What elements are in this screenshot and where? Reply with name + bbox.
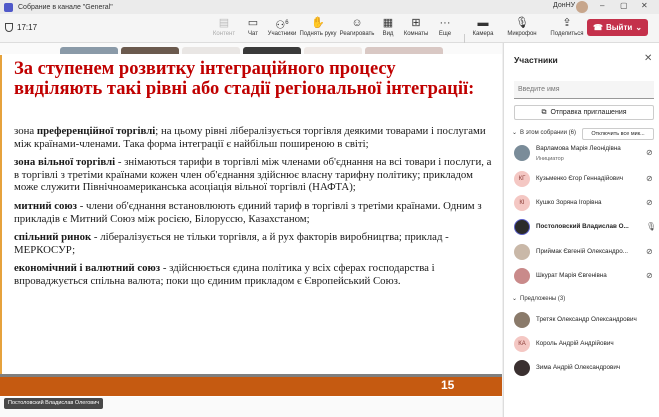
microphone-icon: 🎙 bbox=[515, 17, 529, 29]
avatar bbox=[514, 244, 530, 260]
avatar: КІ bbox=[514, 195, 530, 211]
share-link-icon: ⧉ bbox=[541, 108, 547, 116]
slide-item: спільний ринок - лібералізується не тіль… bbox=[14, 231, 449, 256]
share-screen-icon: ⇪ bbox=[562, 17, 572, 29]
raise-hand-icon: ✋ bbox=[311, 17, 325, 29]
window-title: Собрание в канале "General" bbox=[18, 3, 113, 11]
close-window-icon[interactable]: ✕ bbox=[641, 1, 648, 10]
slide-item: економічний і валютний союз - здійснюєть… bbox=[14, 262, 435, 287]
send-invite-button[interactable]: ⧉ Отправка приглашения bbox=[514, 105, 654, 120]
participant-row[interactable]: КІ Кушко Зоряна Ігорівна ⊘ bbox=[514, 194, 654, 214]
slide-page-number: 15 bbox=[441, 378, 455, 392]
meeting-timer: 17:17 bbox=[5, 23, 37, 32]
in-call-section-header[interactable]: ⌄ В этом собрании (6) bbox=[512, 129, 576, 137]
slide-body: зона преференційної торгівлі; на цьому р… bbox=[14, 125, 498, 294]
participant-search-input[interactable]: Введите имя bbox=[514, 81, 654, 99]
window-titlebar: Собрание в канале "General" ДонНУ – ▢ ✕ bbox=[0, 0, 659, 14]
mic-on-icon: 🎙 bbox=[646, 222, 657, 231]
shield-icon bbox=[5, 23, 13, 32]
participant-row[interactable]: Шкурат Марія Євгенівна ⊘ bbox=[514, 267, 654, 287]
meeting-toolbar: 17:17 ▤ Контент ▭ Чат ⚇6 Участники ✋ Поднять… bbox=[0, 14, 659, 50]
timer-text: 17:17 bbox=[17, 23, 38, 32]
microphone-button[interactable]: 🎙 Микрофон bbox=[505, 16, 539, 37]
raise-hand-button[interactable]: ✋ Поднять руку bbox=[298, 16, 338, 37]
suggested-section-header[interactable]: ⌄ Предложены (3) bbox=[512, 295, 565, 303]
share-screen-button[interactable]: ⇪ Поделиться bbox=[547, 16, 587, 37]
leave-button[interactable]: ☎ Выйти ⌄ bbox=[587, 19, 648, 36]
avatar bbox=[514, 312, 530, 328]
chevron-down-icon: ⌄ bbox=[512, 130, 518, 136]
pane-title: Участники bbox=[514, 55, 558, 65]
phone-hangup-icon: ☎ bbox=[592, 23, 603, 32]
mic-off-icon: ⊘ bbox=[646, 271, 653, 280]
slide-item: митний союз - члени об'єднання встановлю… bbox=[14, 199, 482, 225]
suggested-row[interactable]: КА Король Андрій Андрійович bbox=[514, 335, 654, 355]
slide-item: зона вільної торгівлі - знімаються тариф… bbox=[14, 156, 492, 194]
avatar bbox=[514, 268, 530, 284]
participant-row[interactable]: КГ Кузьменко Єгор Геннадійович ⊘ bbox=[514, 170, 654, 190]
mic-off-icon: ⊘ bbox=[646, 148, 653, 157]
user-name[interactable]: ДонНУ bbox=[553, 2, 575, 9]
slide-item: зона преференційної торгівлі; на цьому р… bbox=[14, 125, 486, 150]
avatar bbox=[514, 360, 530, 376]
chevron-down-icon: ⌄ bbox=[635, 23, 643, 32]
more-button[interactable]: ··· Еще bbox=[428, 16, 462, 37]
more-icon: ··· bbox=[439, 17, 451, 29]
participants-pane: Участники ✕ Введите имя ⧉ Отправка пригла… bbox=[503, 43, 659, 417]
presenter-name-label: Постоловский Владислав Олегович bbox=[4, 398, 104, 409]
mic-off-icon: ⊘ bbox=[646, 174, 653, 183]
camera-button[interactable]: ▬ Камера bbox=[466, 16, 500, 37]
user-avatar[interactable] bbox=[576, 1, 588, 13]
teams-app-icon bbox=[4, 2, 13, 12]
slide-title: За ступенем розвитку інтеграційного проц… bbox=[14, 59, 475, 99]
participants-button[interactable]: ⚇6 Участники bbox=[264, 16, 300, 37]
participant-row[interactable]: Варламова Марія Леонідівна Инициатор ⊘ bbox=[514, 144, 654, 164]
camera-icon: ▬ bbox=[477, 17, 489, 29]
maximize-icon[interactable]: ▢ bbox=[620, 1, 628, 10]
minimize-icon[interactable]: – bbox=[600, 1, 604, 10]
suggested-row[interactable]: Третяк Олександр Олександрович bbox=[514, 311, 654, 331]
participant-row[interactable]: Постоловский Владислав О... 🎙 bbox=[514, 218, 657, 238]
avatar bbox=[514, 219, 530, 235]
avatar: КГ bbox=[514, 171, 530, 187]
avatar: КА bbox=[514, 336, 530, 352]
mic-off-icon: ⊘ bbox=[646, 247, 653, 256]
suggested-row[interactable]: Зима Андрій Олександрович bbox=[514, 359, 654, 379]
mic-off-icon: ⊘ bbox=[646, 198, 653, 207]
avatar bbox=[514, 145, 530, 161]
slide-footer-bar bbox=[0, 374, 502, 396]
slide-accent-bar bbox=[0, 55, 2, 395]
participants-icon: ⚇6 bbox=[275, 19, 289, 32]
close-icon[interactable]: ✕ bbox=[644, 53, 652, 64]
mute-all-button[interactable]: Отключить все мик... bbox=[582, 128, 654, 140]
participant-row[interactable]: Приймак Євгеній Олександро... ⊘ bbox=[514, 243, 654, 263]
chevron-down-icon: ⌄ bbox=[512, 296, 518, 302]
